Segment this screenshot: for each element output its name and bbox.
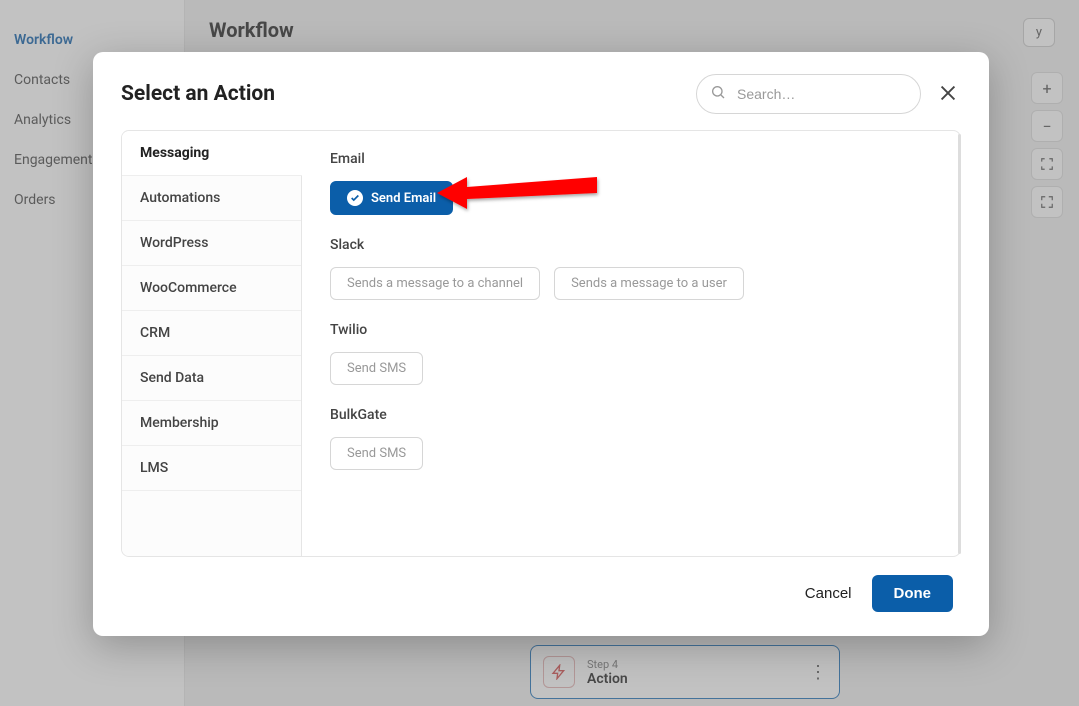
group-email: Email Send Email bbox=[330, 151, 932, 215]
group-slack: Slack Sends a message to a channel Sends… bbox=[330, 237, 932, 300]
category-wordpress[interactable]: WordPress bbox=[122, 221, 301, 266]
category-membership[interactable]: Membership bbox=[122, 401, 301, 446]
chip-label: Send SMS bbox=[347, 446, 406, 461]
category-send-data[interactable]: Send Data bbox=[122, 356, 301, 401]
category-messaging[interactable]: Messaging bbox=[122, 131, 302, 176]
modal-body: Messaging Automations WordPress WooComme… bbox=[121, 130, 961, 557]
category-sidebar: Messaging Automations WordPress WooComme… bbox=[122, 131, 302, 556]
chip-row: Sends a message to a channel Sends a mes… bbox=[330, 267, 932, 300]
select-action-modal: Select an Action Messaging Automations W… bbox=[93, 52, 989, 636]
chip-label: Send Email bbox=[371, 191, 436, 206]
modal-title: Select an Action bbox=[121, 82, 680, 106]
chip-label: Sends a message to a user bbox=[571, 276, 727, 291]
group-twilio: Twilio Send SMS bbox=[330, 322, 932, 385]
chip-twilio-sms[interactable]: Send SMS bbox=[330, 352, 423, 385]
search-wrap bbox=[696, 74, 921, 114]
close-icon bbox=[937, 82, 959, 104]
group-label: Twilio bbox=[330, 322, 932, 338]
chip-send-email[interactable]: Send Email bbox=[330, 181, 453, 215]
chip-label: Sends a message to a channel bbox=[347, 276, 523, 291]
chip-bulkgate-sms[interactable]: Send SMS bbox=[330, 437, 423, 470]
cancel-button[interactable]: Cancel bbox=[805, 585, 852, 602]
group-label: BulkGate bbox=[330, 407, 932, 423]
category-automations[interactable]: Automations bbox=[122, 176, 301, 221]
chip-row: Send Email bbox=[330, 181, 932, 215]
chip-row: Send SMS bbox=[330, 437, 932, 470]
chip-slack-user[interactable]: Sends a message to a user bbox=[554, 267, 744, 300]
category-crm[interactable]: CRM bbox=[122, 311, 301, 356]
group-bulkgate: BulkGate Send SMS bbox=[330, 407, 932, 470]
chip-label: Send SMS bbox=[347, 361, 406, 376]
chip-row: Send SMS bbox=[330, 352, 932, 385]
group-label: Email bbox=[330, 151, 932, 167]
close-button[interactable] bbox=[937, 82, 961, 106]
check-icon bbox=[347, 190, 363, 206]
search-icon bbox=[710, 84, 726, 104]
category-lms[interactable]: LMS bbox=[122, 446, 301, 491]
search-input[interactable] bbox=[696, 74, 921, 114]
chip-slack-channel[interactable]: Sends a message to a channel bbox=[330, 267, 540, 300]
done-button[interactable]: Done bbox=[872, 575, 954, 612]
category-woocommerce[interactable]: WooCommerce bbox=[122, 266, 301, 311]
modal-header: Select an Action bbox=[93, 52, 989, 130]
action-content: Email Send Email Slack Sends a message t… bbox=[302, 131, 960, 556]
modal-footer: Cancel Done bbox=[93, 557, 989, 636]
group-label: Slack bbox=[330, 237, 932, 253]
